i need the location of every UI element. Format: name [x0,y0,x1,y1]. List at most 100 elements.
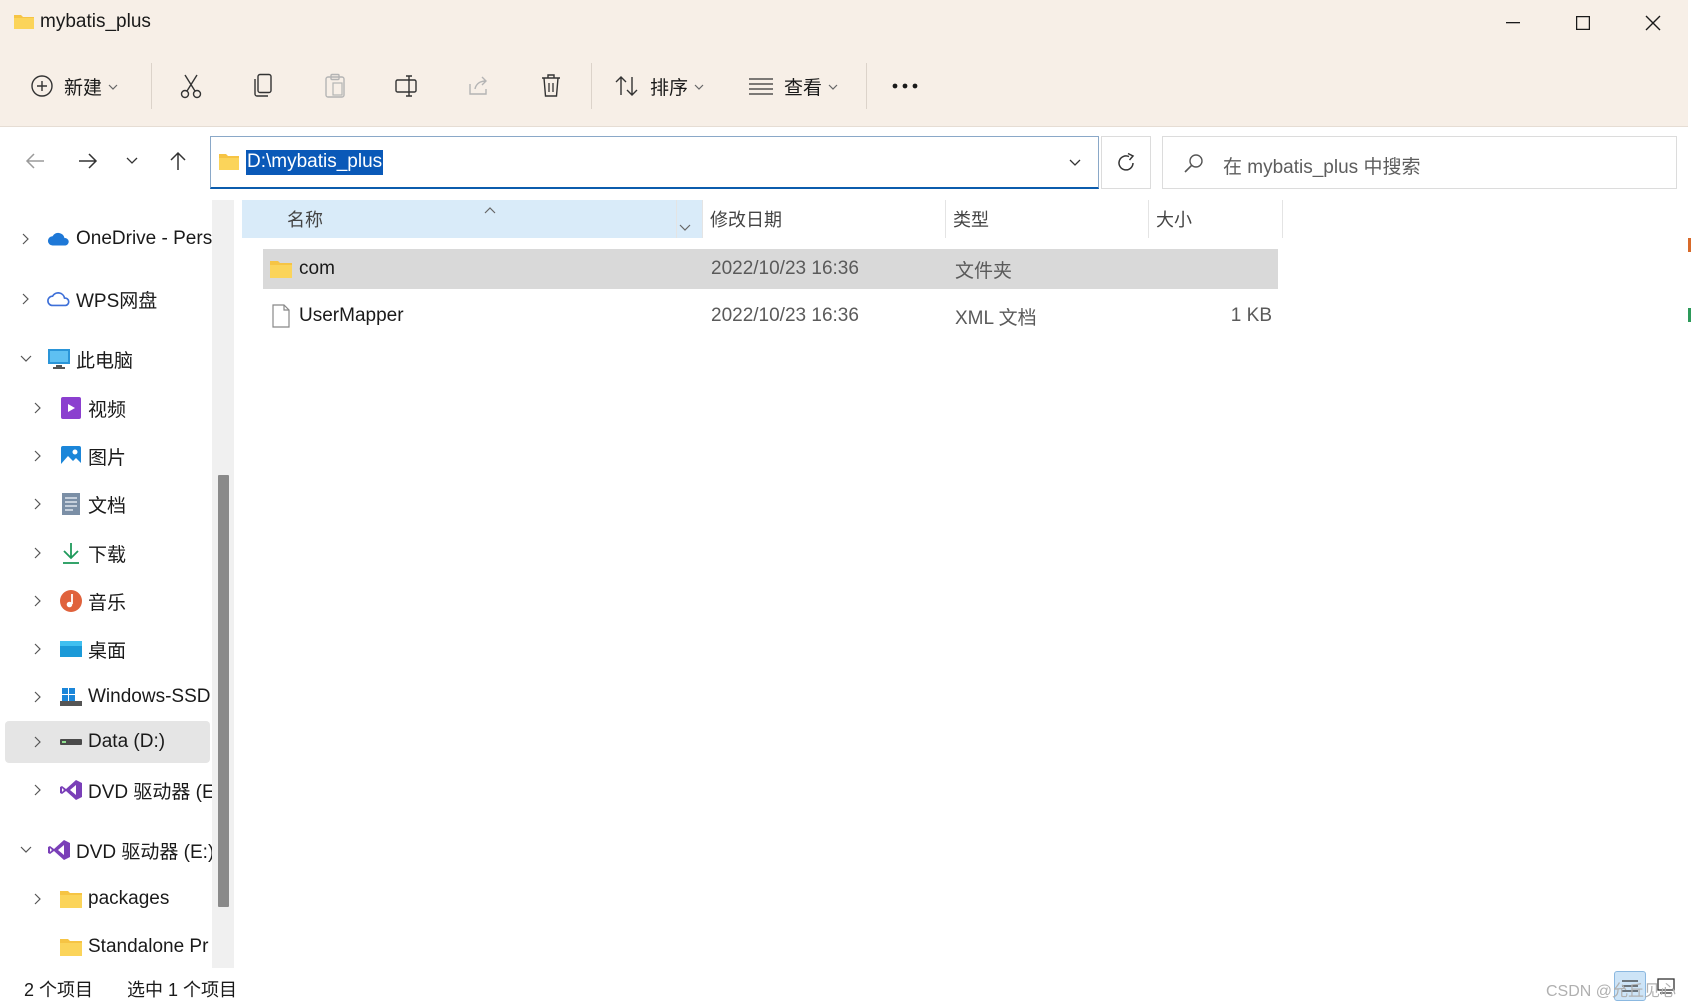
column-header-size[interactable]: 大小 [1156,200,1278,238]
folder-icon [59,887,83,911]
plus-circle-icon [30,74,54,98]
sidebar-item-dvd-e-sub[interactable]: DVD 驱动器 (E: [5,769,212,811]
address-bar[interactable]: D:\mybatis_plus [210,136,1099,189]
chevron-right-icon [30,641,46,657]
paste-icon [324,73,346,99]
trash-icon [540,73,562,99]
column-divider[interactable] [702,200,703,238]
sidebar-item-label: WPS网盘 [76,290,158,312]
chevron-right-icon [30,496,46,512]
documents-icon [59,492,83,516]
new-button[interactable]: 新建 [30,65,130,107]
rename-icon [394,74,420,98]
refresh-icon [1115,152,1137,174]
rename-button[interactable] [392,65,422,107]
download-icon [59,541,83,565]
separator [591,63,592,109]
address-path[interactable]: D:\mybatis_plus [246,150,384,175]
desktop-icon [59,637,83,661]
sidebar-item-music[interactable]: 音乐 [5,580,210,622]
chevron-down-icon[interactable] [679,216,691,237]
computer-icon [47,347,71,371]
maximize-button[interactable] [1548,0,1618,45]
sidebar-item-onedrive[interactable]: OneDrive - Pers [5,218,212,260]
folder-icon [218,153,240,176]
more-dots-icon [892,83,918,89]
paste-button[interactable] [320,65,350,107]
file-row[interactable]: UserMapper 2022/10/23 16:36 XML 文档 1 KB [263,296,1278,336]
arrow-up-icon [169,151,187,171]
sidebar-item-label: Data (D:) [88,731,166,752]
chevron-right-icon [18,231,34,247]
sidebar-item-dvd-e[interactable]: DVD 驱动器 (E:) [5,829,212,871]
column-type-label: 类型 [953,210,989,230]
navigation-pane: OneDrive - Pers WPS网盘 此电脑 视频 图片 文档 下载 音乐… [0,197,212,968]
sidebar-item-label: OneDrive - Pers [76,228,212,249]
sort-button[interactable]: 排序 [614,65,714,107]
file-name: UserMapper [299,305,404,326]
close-button[interactable] [1618,0,1688,45]
window-title: mybatis_plus [40,11,151,32]
search-icon [1183,152,1205,179]
video-icon [59,396,83,420]
separator [151,63,152,109]
chevron-right-icon [30,400,46,416]
chevron-right-icon [30,545,46,561]
sidebar-item-videos[interactable]: 视频 [5,387,210,429]
separator [866,63,867,109]
sidebar-item-windows-ssd[interactable]: Windows-SSD [5,676,210,718]
copy-button[interactable] [248,65,278,107]
back-button[interactable] [15,141,55,181]
share-icon [467,74,491,98]
minimize-button[interactable] [1478,0,1548,45]
sidebar-item-documents[interactable]: 文档 [5,483,210,525]
view-button[interactable]: 查看 [748,65,848,107]
delete-button[interactable] [536,65,566,107]
chevron-right-icon [30,593,46,609]
chevron-right-icon [30,782,46,798]
sidebar-item-desktop[interactable]: 桌面 [5,628,210,670]
share-button[interactable] [464,65,494,107]
column-divider[interactable] [945,200,946,238]
sidebar-item-data-d[interactable]: Data (D:) [5,721,210,763]
column-header-modified[interactable]: 修改日期 [710,200,940,238]
column-modified-label: 修改日期 [710,210,782,230]
list-lines-icon [748,77,774,95]
sidebar-item-downloads[interactable]: 下载 [5,532,210,574]
column-size-label: 大小 [1156,210,1192,230]
sidebar-item-label: Standalone Pr [88,936,209,957]
column-divider[interactable] [1282,200,1283,238]
folder-icon [59,935,83,959]
sidebar-item-this-pc[interactable]: 此电脑 [5,338,210,380]
column-name-label: 名称 [287,210,323,230]
refresh-button[interactable] [1101,136,1151,189]
sidebar-item-label: 音乐 [88,592,127,614]
sidebar-item-packages[interactable]: packages [5,878,210,920]
column-header-type[interactable]: 类型 [953,200,1143,238]
sidebar-item-wps-cloud[interactable]: WPS网盘 [5,278,210,320]
sidebar-item-pictures[interactable]: 图片 [5,435,210,477]
sidebar-item-label: DVD 驱动器 (E: [88,781,212,803]
sidebar-item-label: DVD 驱动器 (E:) [76,841,212,863]
forward-button[interactable] [68,141,108,181]
pictures-icon [59,444,83,468]
sidebar-scrollbar-thumb[interactable] [218,475,229,907]
recent-locations-button[interactable] [112,141,152,181]
copy-icon [252,73,274,99]
column-header-name[interactable]: 名称 [242,200,702,238]
up-button[interactable] [158,141,198,181]
file-size: 1 KB [1230,305,1272,326]
chevron-down-icon [1069,159,1081,167]
address-history-button[interactable] [1058,146,1092,180]
arrow-right-icon [78,152,98,170]
file-row[interactable]: com 2022/10/23 16:36 文件夹 [263,249,1278,289]
arrow-left-icon [25,152,45,170]
more-options-button[interactable] [888,65,922,107]
sidebar-item-standalone[interactable]: Standalone Pr [5,926,210,968]
search-box[interactable]: 在 mybatis_plus 中搜索 [1162,136,1677,189]
cut-button[interactable] [176,65,206,107]
status-bar: 2 个项目 选中 1 个项目 [0,968,1688,1004]
column-divider[interactable] [1148,200,1149,238]
sort-arrows-icon [614,74,640,98]
sort-label: 排序 [650,77,689,99]
